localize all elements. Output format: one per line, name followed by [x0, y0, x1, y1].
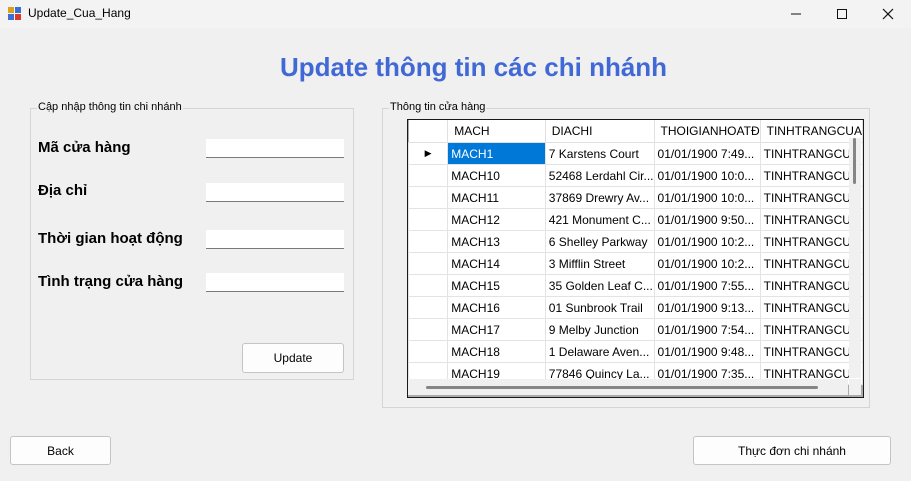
row-header[interactable]	[408, 164, 449, 187]
column-header-tinhtrang[interactable]: TINHTRANGCUA	[760, 120, 863, 143]
title-bar: Update_Cua_Hang	[0, 0, 911, 28]
table-row[interactable]: MACH15 35 Golden Leaf C... 01/01/1900 7:55…	[408, 274, 863, 297]
maximize-button[interactable]	[819, 0, 865, 28]
table-body: ▶ MACH1 7 Karstens Court 01/01/1900 7:49...…	[408, 142, 863, 385]
row-header[interactable]	[408, 252, 449, 275]
table-cell[interactable]: MACH12	[447, 208, 546, 231]
table-cell[interactable]: 01/01/1900 9:13...	[653, 296, 761, 319]
store-id-input[interactable]	[206, 139, 344, 158]
vertical-scrollbar[interactable]	[849, 138, 861, 378]
address-label: Địa chỉ	[38, 182, 88, 199]
minimize-button[interactable]	[773, 0, 819, 28]
table-cell[interactable]: TINHTRANGCU...	[759, 296, 863, 319]
table-cell[interactable]: MACH18	[447, 340, 546, 363]
table-cell[interactable]: TINHTRANGCU...	[759, 186, 863, 209]
back-button[interactable]: Back	[10, 436, 111, 465]
table-cell[interactable]: TINHTRANGCU...	[759, 230, 863, 253]
table-cell[interactable]: 01 Sunbrook Trail	[544, 296, 655, 319]
table-cell[interactable]: MACH10	[447, 164, 546, 187]
table-cell[interactable]: MACH17	[447, 318, 546, 341]
table-row[interactable]: MACH11 37869 Drewry Av... 01/01/1900 10:0.…	[408, 186, 863, 209]
table-cell[interactable]: 35 Golden Leaf C...	[544, 274, 655, 297]
minimize-icon	[791, 13, 801, 15]
table-cell[interactable]: 01/01/1900 7:54...	[653, 318, 761, 341]
row-header[interactable]	[408, 340, 449, 363]
maximize-icon	[837, 9, 847, 19]
update-button[interactable]: Update	[242, 343, 344, 373]
table-cell[interactable]: TINHTRANGCU...	[759, 252, 863, 275]
table-cell[interactable]: TINHTRANGCU...	[759, 274, 863, 297]
operating-time-input[interactable]	[206, 230, 344, 249]
table-row[interactable]: MACH17 9 Melby Junction 01/01/1900 7:54...…	[408, 318, 863, 341]
table-row[interactable]: MACH14 3 Mifflin Street 01/01/1900 10:2...…	[408, 252, 863, 275]
store-id-label: Mã cửa hàng	[38, 139, 131, 156]
scroll-corner	[849, 379, 861, 395]
store-status-input[interactable]	[206, 273, 344, 292]
close-button[interactable]	[865, 0, 911, 28]
table-row[interactable]: MACH13 6 Shelley Parkway 01/01/1900 10:2..…	[408, 230, 863, 253]
table-cell[interactable]: 01/01/1900 7:55...	[653, 274, 761, 297]
table-cell[interactable]: 01/01/1900 9:48...	[653, 340, 761, 363]
table-cell[interactable]: TINHTRANGCU...	[759, 340, 863, 363]
store-info-group-label: Thông tin cửa hàng	[389, 101, 487, 113]
table-cell[interactable]: MACH11	[447, 186, 546, 209]
vertical-scroll-thumb[interactable]	[853, 138, 856, 184]
table-cell[interactable]: MACH15	[447, 274, 546, 297]
table-cell[interactable]: 7 Karstens Court	[544, 142, 655, 165]
table-cell[interactable]: 01/01/1900 7:49...	[653, 142, 761, 165]
column-header-diachi[interactable]: DIACHI	[545, 120, 655, 143]
column-header-thoigian[interactable]: THOIGIANHOATĐ	[654, 120, 761, 143]
table-cell[interactable]: 01/01/1900 10:0...	[653, 164, 761, 187]
update-info-group-label: Cập nhập thông tin chi nhánh	[37, 101, 183, 113]
row-header[interactable]	[408, 230, 449, 253]
table-cell[interactable]: 9 Melby Junction	[544, 318, 655, 341]
table-cell[interactable]: 01/01/1900 9:50...	[653, 208, 761, 231]
table-cell[interactable]: MACH14	[447, 252, 546, 275]
operating-time-label: Thời gian hoạt động	[38, 230, 183, 247]
table-row[interactable]: MACH18 1 Delaware Aven... 01/01/1900 9:48.…	[408, 340, 863, 363]
table-cell[interactable]: 52468 Lerdahl Cir...	[544, 164, 655, 187]
table-cell[interactable]: 37869 Drewry Av...	[544, 186, 655, 209]
table-row[interactable]: MACH12 421 Monument C... 01/01/1900 9:50..…	[408, 208, 863, 231]
table-cell[interactable]: 01/01/1900 10:0...	[653, 186, 761, 209]
address-input[interactable]	[206, 183, 344, 202]
table-cell[interactable]: 01/01/1900 10:2...	[653, 252, 761, 275]
row-header[interactable]	[408, 186, 449, 209]
table-cell[interactable]: MACH13	[447, 230, 546, 253]
row-header[interactable]	[408, 296, 449, 319]
table-row[interactable]: MACH16 01 Sunbrook Trail 01/01/1900 9:13..…	[408, 296, 863, 319]
store-table: MACH DIACHI THOIGIANHOATĐ TINHTRANGCUA ▶…	[408, 120, 863, 385]
row-header[interactable]: ▶	[408, 142, 449, 165]
page-title: Update thông tin các chi nhánh	[279, 52, 668, 82]
app-icon	[8, 7, 22, 21]
column-header-mach[interactable]: MACH	[447, 120, 546, 143]
table-row[interactable]: MACH10 52468 Lerdahl Cir... 01/01/1900 10:…	[408, 164, 863, 187]
table-cell[interactable]: TINHTRANGCU...	[759, 318, 863, 341]
table-cell[interactable]: 1 Delaware Aven...	[544, 340, 655, 363]
table-cell[interactable]: MACH1	[447, 142, 546, 165]
horizontal-scrollbar[interactable]	[408, 379, 848, 395]
table-row[interactable]: ▶ MACH1 7 Karstens Court 01/01/1900 7:49...…	[408, 142, 863, 165]
horizontal-scroll-thumb[interactable]	[426, 386, 818, 389]
table-cell[interactable]: 01/01/1900 10:2...	[653, 230, 761, 253]
table-cell[interactable]: TINHTRANGCU...	[759, 142, 863, 165]
row-header[interactable]	[408, 318, 449, 341]
table-cell[interactable]: TINHTRANGCU...	[759, 164, 863, 187]
store-status-label: Tình trạng cửa hàng	[38, 273, 184, 290]
close-icon	[882, 8, 894, 20]
row-header[interactable]	[408, 274, 449, 297]
store-data-grid[interactable]: MACH DIACHI THOIGIANHOATĐ TINHTRANGCUA ▶…	[407, 119, 864, 398]
table-cell[interactable]: 6 Shelley Parkway	[544, 230, 655, 253]
table-cell[interactable]: TINHTRANGCU...	[759, 208, 863, 231]
window-title: Update_Cua_Hang	[28, 6, 131, 20]
table-cell[interactable]: 421 Monument C...	[544, 208, 655, 231]
branch-menu-button[interactable]: Thực đơn chi nhánh	[693, 436, 891, 465]
table-cell[interactable]: MACH16	[447, 296, 546, 319]
table-cell[interactable]: 3 Mifflin Street	[544, 252, 655, 275]
row-header[interactable]	[408, 208, 449, 231]
row-header-corner	[408, 120, 449, 143]
